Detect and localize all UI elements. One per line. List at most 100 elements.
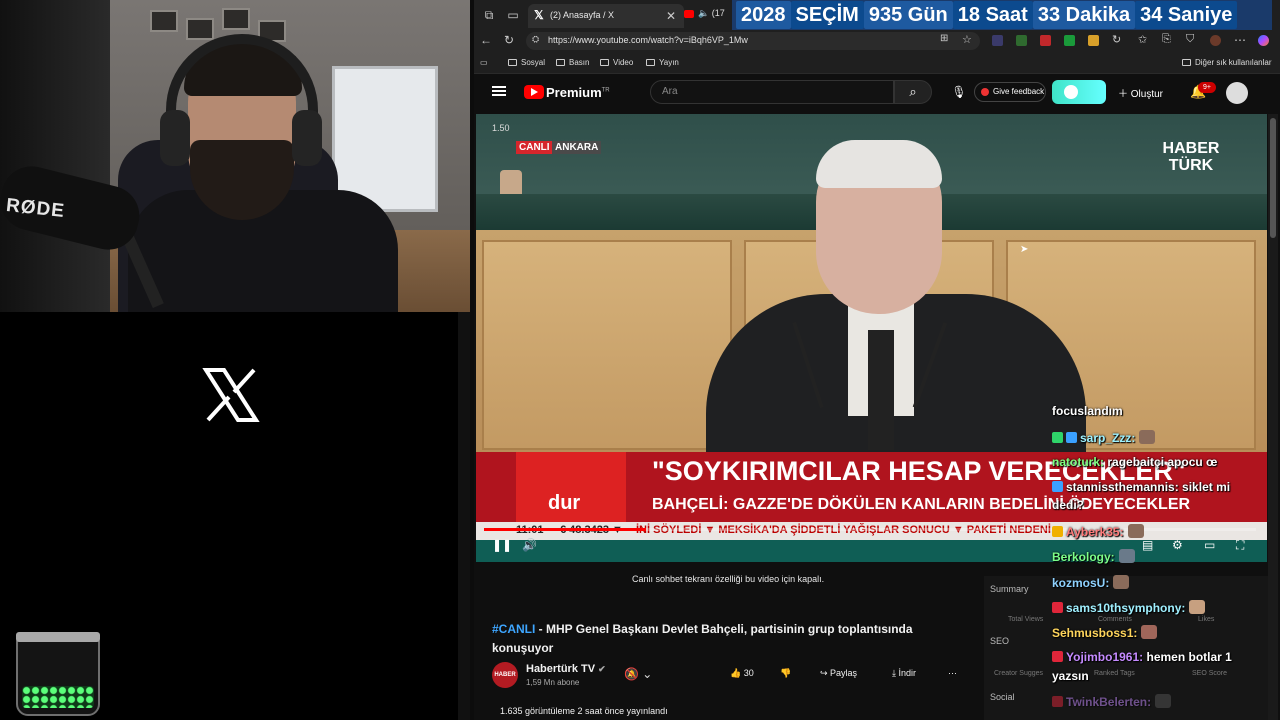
bookmark-folder-video[interactable]: Video: [600, 58, 633, 67]
favorites-icon[interactable]: ✩: [1138, 33, 1147, 46]
verified-icon: ✔: [598, 664, 606, 674]
back-icon[interactable]: ←: [480, 33, 492, 47]
youtube-logo-icon[interactable]: [524, 85, 544, 99]
video-title: #CANLI - MHP Genel Başkanı Devlet Bahçel…: [492, 622, 913, 655]
extension-icon[interactable]: [1040, 35, 1051, 46]
like-button[interactable]: 👍 30: [730, 668, 754, 679]
bookmarks-bar: [474, 52, 1280, 74]
tab-grid-icon[interactable]: ⊞: [940, 33, 948, 44]
account-avatar[interactable]: [1226, 82, 1248, 104]
refresh-icon[interactable]: ↻: [504, 33, 514, 47]
countdown-hours: 18 Saat: [952, 1, 1033, 29]
share-button[interactable]: ↪ Paylaş: [820, 668, 857, 679]
scrollbar[interactable]: [458, 312, 470, 720]
close-tab-icon[interactable]: ✕: [666, 9, 676, 23]
search-placeholder[interactable]: Ara: [662, 86, 678, 97]
tab-x-home[interactable]: 𝕏 (2) Anasayfa / X ✕: [528, 4, 684, 28]
stat-label: Comments: [1098, 616, 1132, 623]
live-location: ANKARA: [552, 141, 602, 154]
mouse-cursor-icon: ➤: [1020, 244, 1029, 255]
stat-label: Likes: [1198, 616, 1215, 623]
fullscreen-icon[interactable]: ⛶: [1236, 538, 1244, 553]
chat-disabled-notice: Canlı sohbet tekranı özelliği bu video i…: [632, 574, 825, 584]
progress-fill: [484, 528, 647, 531]
refresh-extension-icon[interactable]: ↻: [1112, 33, 1121, 46]
chat-message: Yojimbo1961: hemen botlar 1: [1052, 650, 1232, 664]
bookmark-folder-yayin[interactable]: Yayın: [646, 58, 679, 67]
voice-search-icon[interactable]: 🎙: [950, 82, 968, 102]
favorite-star-icon[interactable]: ☆: [962, 33, 972, 46]
badge-icon: [1052, 602, 1063, 613]
site-info-icon[interactable]: ⛭: [532, 34, 539, 45]
countdown-seconds: 34 Saniye: [1135, 1, 1238, 29]
theater-mode-icon[interactable]: ▭: [1204, 538, 1215, 552]
dislike-icon[interactable]: 👎: [780, 668, 791, 679]
channel-name[interactable]: Habertürk TV ✔: [526, 663, 606, 675]
stream-layout: RØDE ⧉ ▭ 𝕏 (2) Anasayfa / X ✕ 🔈 (17 2028…: [0, 0, 1280, 720]
profile-avatar[interactable]: [1210, 35, 1221, 46]
x-logo-icon: [202, 368, 260, 422]
toggle-extension-button[interactable]: [1052, 80, 1106, 104]
create-button[interactable]: ＋ Oluştur: [1118, 85, 1163, 100]
url-text[interactable]: https://www.youtube.com/watch?v=iBqh6VP_…: [548, 35, 748, 45]
more-menu-icon[interactable]: ⋯: [1234, 33, 1246, 47]
subscriber-count: 1,59 Mn abone: [526, 678, 580, 687]
chat-message: Sehmusboss1:: [1052, 625, 1158, 640]
chat-message: yazsın: [1052, 669, 1089, 683]
pause-icon[interactable]: ❚❚: [492, 538, 512, 552]
social-tab[interactable]: Social: [990, 692, 1015, 702]
collections-icon[interactable]: ⎘: [1162, 33, 1171, 46]
chat-message: stannissthemannis: siklet mi: [1052, 480, 1230, 494]
page-scrollbar[interactable]: [1268, 114, 1278, 720]
badge-icon: [1052, 481, 1063, 492]
channel-watermark: HABER TÜRK: [1162, 140, 1220, 174]
stat-label: Creator Sugges: [994, 670, 1044, 677]
countdown-days: 935 Gün: [863, 1, 953, 29]
feedback-button[interactable]: Give feedback: [974, 82, 1046, 102]
search-input[interactable]: [650, 80, 894, 104]
more-actions-icon[interactable]: ⋯: [948, 668, 957, 679]
speaker-icon: 🔈: [698, 8, 710, 18]
extension-icon[interactable]: [1064, 35, 1075, 46]
hashtag-link[interactable]: #CANLI: [492, 622, 535, 636]
subtitles-icon[interactable]: ▤: [1142, 538, 1153, 552]
chat-message: TwinkBelerten:: [1052, 694, 1172, 709]
reading-list-icon[interactable]: ▭: [480, 58, 488, 67]
notification-count-badge: 9+: [1198, 82, 1216, 93]
other-bookmarks[interactable]: Diğer sık kullanılanlar: [1182, 58, 1271, 67]
youtube-icon: [684, 9, 694, 18]
subscribe-bell-icon[interactable]: 🔕 ⌄: [624, 667, 652, 681]
badge-icon: [1052, 651, 1063, 662]
bead-jar-widget: [16, 632, 100, 716]
extension-icon[interactable]: [1016, 35, 1027, 46]
volume-icon[interactable]: 🔊: [522, 538, 537, 552]
video-timestamp: 1.50: [492, 123, 510, 133]
workspaces-icon[interactable]: ⧉: [482, 8, 496, 22]
extension-icon[interactable]: [992, 35, 1003, 46]
menu-icon[interactable]: [492, 86, 506, 96]
live-badge: CANLI: [516, 141, 553, 154]
tab-actions-icon[interactable]: ▭: [506, 8, 520, 22]
tab-youtube[interactable]: 🔈 (17: [684, 8, 725, 19]
copilot-icon[interactable]: [1258, 35, 1269, 46]
election-countdown-banner: 2028 SEÇİM 935 Gün 18 Saat 33 Dakika 34 …: [732, 0, 1272, 30]
webcam-feed: RØDE: [0, 0, 470, 312]
bookmark-folder-sosyal[interactable]: Sosyal: [508, 58, 545, 67]
tab-label: (2) Anasayfa / X: [550, 10, 615, 20]
youtube-premium-logo[interactable]: PremiumTR: [546, 85, 610, 100]
chat-message: sams10thsymphony:: [1052, 600, 1206, 615]
channel-avatar[interactable]: HABER: [492, 662, 518, 688]
stat-label: Total Views: [1008, 616, 1044, 623]
summary-tab[interactable]: Summary: [990, 584, 1029, 594]
chat-message: Berkology:: [1052, 549, 1135, 564]
tab-label: (17: [711, 8, 725, 18]
settings-gear-icon[interactable]: ⚙: [1172, 538, 1183, 552]
view-count: 1.635 görüntüleme 2 saat önce yayınlandı: [500, 706, 668, 716]
download-button[interactable]: ⤓ İndir: [892, 668, 916, 679]
extension-icon[interactable]: [1088, 35, 1099, 46]
search-icon[interactable]: ⌕: [894, 80, 932, 104]
x-logo-icon: 𝕏: [534, 8, 544, 22]
shield-icon[interactable]: ⛉: [1186, 33, 1194, 46]
seo-tab[interactable]: SEO: [990, 636, 1009, 646]
bookmark-folder-basin[interactable]: Basın: [556, 58, 589, 67]
